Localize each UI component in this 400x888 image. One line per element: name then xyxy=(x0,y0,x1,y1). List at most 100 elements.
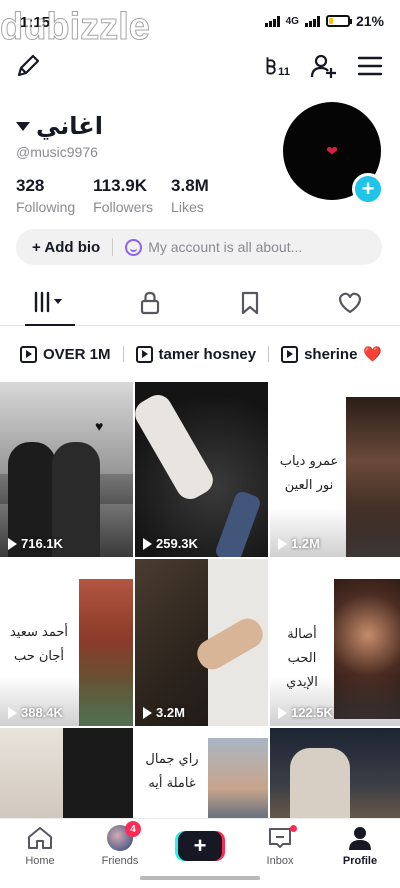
video-thumbnail[interactable] xyxy=(0,728,133,818)
stat-likes[interactable]: 3.8M Likes xyxy=(171,176,209,215)
stats-icon[interactable]: 11 xyxy=(264,52,292,80)
view-count: 259.3K xyxy=(143,536,198,551)
top-actions: 11 xyxy=(264,52,384,80)
private-tab[interactable] xyxy=(100,284,200,325)
battery-percent: 21% xyxy=(355,13,384,29)
view-count-text: 122.5K xyxy=(291,705,333,720)
notification-badge: 4 xyxy=(125,821,141,837)
profile-tabs xyxy=(0,284,400,326)
edit-icon[interactable] xyxy=(14,52,42,80)
play-icon xyxy=(143,537,152,550)
lock-icon xyxy=(140,291,160,315)
watermark: dubizzle xyxy=(0,6,150,49)
battery-fill xyxy=(328,18,334,24)
caption-line: أجان حب xyxy=(13,649,65,664)
view-count: 122.5K xyxy=(278,705,333,720)
divider xyxy=(268,346,270,362)
videos-tab[interactable] xyxy=(0,284,100,326)
video-caption: أحمد سعيد أجان حب xyxy=(4,621,74,669)
stat-value: 328 xyxy=(16,176,45,195)
video-thumbnail[interactable]: أحمد سعيد أجان حب 388.4K xyxy=(0,559,133,726)
profile-icon xyxy=(349,827,371,850)
network-label: 4G xyxy=(285,15,299,27)
heart-emoji: ❤️ xyxy=(363,346,383,363)
nav-profile[interactable]: Profile xyxy=(320,819,400,888)
caption-line: راي جمال xyxy=(145,752,199,767)
battery-icon xyxy=(325,15,352,27)
view-count-text: 716.1K xyxy=(21,536,63,551)
view-count-text: 3.2M xyxy=(156,705,185,720)
video-thumbnail[interactable]: عمرو دياب نور العين 1.2M xyxy=(270,382,400,557)
playlist-icon xyxy=(281,345,299,363)
profile-stats: 328 Following 113.9K Followers 3.8M Like… xyxy=(16,176,209,215)
play-icon xyxy=(143,706,152,719)
caption-line: عمرو دياب xyxy=(279,454,339,469)
caption-line: نور العين xyxy=(284,478,334,493)
stat-followers[interactable]: 113.9K Followers xyxy=(93,176,153,215)
add-friend-icon[interactable] xyxy=(310,52,338,80)
create-plus-icon[interactable]: + xyxy=(178,831,222,861)
playlist-label: OVER 1M xyxy=(43,345,111,363)
nav-label: Profile xyxy=(342,855,378,867)
caption-line: غاملة أيه xyxy=(148,776,196,791)
signal-icon xyxy=(264,15,280,27)
playlist-label: tamer hosney xyxy=(158,345,257,363)
stats-badge: 11 xyxy=(278,66,290,78)
view-count: 388.4K xyxy=(8,705,63,720)
signal-icon-2 xyxy=(304,15,320,27)
menu-icon[interactable] xyxy=(356,52,384,80)
play-icon xyxy=(8,537,17,550)
stat-label: Likes xyxy=(171,199,204,215)
playlist-chip[interactable]: OVER 1M xyxy=(20,345,111,363)
stat-label: Following xyxy=(16,199,76,215)
caption-line: أحمد سعيد xyxy=(9,625,69,640)
divider xyxy=(112,238,114,256)
bio-placeholder[interactable]: My account is all about... xyxy=(148,239,302,255)
username-switcher[interactable]: اغاني xyxy=(16,112,103,141)
divider xyxy=(122,346,124,362)
view-count: 1.2M xyxy=(278,536,320,551)
display-name: اغاني xyxy=(36,113,103,140)
view-count: 3.2M xyxy=(143,705,185,720)
stat-following[interactable]: 328 Following xyxy=(16,176,75,215)
play-icon xyxy=(8,706,17,719)
video-thumbnail[interactable]: راي جمال غاملة أيه xyxy=(135,728,268,818)
status-indicators: 4G 21% xyxy=(264,13,384,29)
home-indicator[interactable] xyxy=(140,876,260,880)
heart-icon: ♥ xyxy=(95,418,104,434)
video-grid: ♥ 716.1K 259.3K عمرو دياب نور العين 1.2M… xyxy=(0,382,400,818)
stat-label: Followers xyxy=(93,199,154,215)
video-thumbnail[interactable] xyxy=(270,728,400,818)
grid-icon xyxy=(34,291,62,313)
home-icon xyxy=(28,827,52,849)
video-thumbnail[interactable]: أصالة الحب الإيدي 122.5K xyxy=(270,559,400,726)
video-caption: راي جمال غاملة أيه xyxy=(137,748,207,796)
playlist-row: OVER 1M tamer hosney sherine ❤️ xyxy=(0,340,400,368)
video-caption: عمرو دياب نور العين xyxy=(274,450,344,498)
view-count-text: 1.2M xyxy=(291,536,320,551)
add-avatar-button[interactable]: + xyxy=(352,173,384,205)
playlist-chip[interactable]: tamer hosney xyxy=(135,345,257,363)
heart-icon: ❤ xyxy=(326,142,338,159)
add-bio-button[interactable]: + Add bio xyxy=(32,239,100,256)
view-count-text: 259.3K xyxy=(156,536,198,551)
liked-tab[interactable] xyxy=(300,284,400,325)
caption-line: أصالة xyxy=(287,627,317,642)
video-thumbnail[interactable]: 3.2M xyxy=(135,559,268,726)
video-thumbnail[interactable]: ♥ 716.1K xyxy=(0,382,133,557)
notification-dot xyxy=(290,825,297,832)
nav-home[interactable]: Home xyxy=(0,819,80,888)
play-icon xyxy=(278,706,287,719)
heart-icon xyxy=(339,292,361,314)
playlist-icon xyxy=(20,345,37,363)
stat-value: 113.9K xyxy=(93,176,148,195)
play-icon xyxy=(278,537,287,550)
bookmark-icon xyxy=(241,291,259,315)
playlist-chip[interactable]: sherine ❤️ xyxy=(281,345,382,363)
chevron-down-icon xyxy=(16,122,30,131)
profile-handle: @music9976 xyxy=(16,144,98,160)
saved-tab[interactable] xyxy=(200,284,300,325)
video-thumbnail[interactable]: 259.3K xyxy=(135,382,268,557)
stat-value: 3.8M xyxy=(171,176,209,195)
bio-bar: + Add bio My account is all about... xyxy=(16,229,382,265)
